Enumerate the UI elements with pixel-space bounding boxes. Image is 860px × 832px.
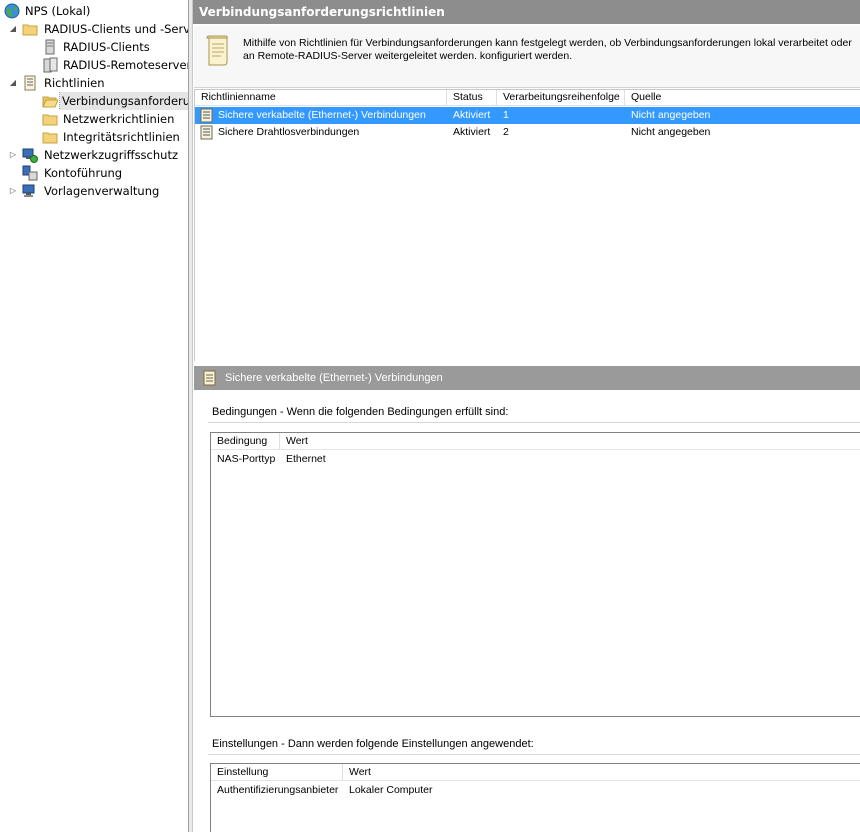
column-header-status[interactable]: Status — [447, 90, 497, 106]
tree-item-label: Netzwerkzugriffsschutz — [44, 148, 178, 162]
setting-value: Lokaler Computer — [349, 784, 433, 796]
tree-item-label: RADIUS-Remoteservergruppen — [63, 58, 188, 72]
column-header-value[interactable]: Wert — [343, 764, 860, 781]
column-header-condition[interactable]: Bedingung — [211, 433, 280, 450]
server-group-icon — [43, 57, 58, 73]
setting-name: Authentifizierungsanbieter — [217, 784, 339, 796]
policy-source: Nicht angegeben — [631, 109, 711, 121]
conditions-header: Bedingung Wert — [211, 433, 860, 450]
tree-item-nps[interactable]: NPS (Lokal) — [0, 2, 188, 20]
globe-icon — [4, 3, 20, 19]
tree-item-label: Kontoführung — [44, 166, 123, 180]
tree-item-richtlinien[interactable]: ◢ Richtlinien — [0, 74, 188, 92]
conditions-table[interactable]: Bedingung Wert NAS-Porttyp Ethernet — [210, 432, 860, 717]
console-tree: NPS (Lokal) ◢ RADIUS-Clients und -Server… — [0, 0, 188, 832]
tree-item-label: Richtlinien — [44, 76, 105, 90]
tree-item-label: RADIUS-Clients und -Server — [44, 22, 188, 36]
folder-icon — [22, 24, 38, 36]
table-row[interactable]: Sichere Drahtlosverbindungen Aktiviert 2… — [195, 124, 860, 141]
policy-icon — [24, 75, 36, 91]
settings-header: Einstellung Wert — [211, 764, 860, 781]
tree-item-accounting[interactable]: Kontoführung — [0, 164, 188, 182]
detail-title: Sichere verkabelte (Ethernet-) Verbindun… — [225, 372, 443, 384]
condition-value: Ethernet — [286, 453, 326, 465]
policy-icon — [203, 370, 216, 386]
server-icon — [45, 39, 55, 55]
pane-title: Verbindungsanforderungsrichtlinien — [193, 0, 860, 24]
tree-item-label: Vorlagenverwaltung — [44, 184, 160, 198]
table-row[interactable]: Sichere verkabelte (Ethernet-) Verbindun… — [195, 107, 860, 124]
folder-icon — [42, 132, 58, 144]
detail-title-bar: Sichere verkabelte (Ethernet-) Verbindun… — [194, 366, 860, 390]
tree-item-nap[interactable]: ▷ Netzwerkzugriffsschutz — [0, 146, 188, 164]
policy-source: Nicht angegeben — [631, 126, 711, 138]
table-row[interactable]: Authentifizierungsanbieter Lokaler Compu… — [211, 782, 860, 799]
tree-item-templates[interactable]: ▷ Vorlagenverwaltung — [0, 182, 188, 200]
list-header: Richtlinienname Status Verarbeitungsreih… — [195, 90, 860, 106]
divider — [208, 754, 860, 755]
policy-status: Aktiviert — [453, 126, 491, 138]
tree-item-network-policies[interactable]: Netzwerkrichtlinien — [0, 110, 188, 128]
folder-open-icon — [42, 96, 58, 108]
templates-icon — [22, 184, 35, 197]
accounting-icon — [22, 165, 38, 181]
column-header-order[interactable]: Verarbeitungsreihenfolge — [497, 90, 625, 106]
policy-list[interactable]: Richtlinienname Status Verarbeitungsreih… — [194, 89, 860, 361]
divider — [208, 422, 860, 423]
policy-name: Sichere verkabelte (Ethernet-) Verbindun… — [218, 109, 426, 121]
column-header-value[interactable]: Wert — [280, 433, 860, 450]
tree-item-label: Integritätsrichtlinien — [63, 130, 180, 144]
expander-icon[interactable]: ▷ — [8, 146, 18, 164]
tree-item-radius-clients-server[interactable]: ◢ RADIUS-Clients und -Server — [0, 20, 188, 38]
column-header-source[interactable]: Quelle — [625, 90, 860, 106]
policy-name: Sichere Drahtlosverbindungen — [218, 126, 360, 138]
scroll-icon — [206, 35, 228, 66]
policy-order: 2 — [503, 126, 509, 138]
tree-item-connection-request-policies[interactable]: Verbindungsanforderungsrichtlinien — [0, 92, 188, 110]
tree-item-radius-clients[interactable]: RADIUS-Clients — [0, 38, 188, 56]
help-box: Mithilfe von Richtlinien für Verbindungs… — [194, 26, 860, 88]
table-row[interactable]: NAS-Porttyp Ethernet — [211, 451, 860, 468]
column-header-name[interactable]: Richtlinienname — [195, 90, 447, 106]
expander-icon[interactable]: ◢ — [8, 74, 18, 92]
conditions-heading: Bedingungen - Wenn die folgenden Bedingu… — [212, 406, 509, 418]
settings-table[interactable]: Einstellung Wert Authentifizierungsanbie… — [210, 763, 860, 832]
policy-status: Aktiviert — [453, 109, 491, 121]
result-pane: Verbindungsanforderungsrichtlinien Mithi… — [193, 0, 860, 832]
tree-item-health-policies[interactable]: Integritätsrichtlinien — [0, 128, 188, 146]
help-text: Mithilfe von Richtlinien für Verbindungs… — [243, 37, 852, 62]
tree-item-label: NPS (Lokal) — [25, 4, 91, 18]
column-header-setting[interactable]: Einstellung — [211, 764, 343, 781]
tree-item-radius-remote-groups[interactable]: RADIUS-Remoteservergruppen — [0, 56, 188, 74]
nap-icon — [22, 148, 38, 163]
expander-icon[interactable]: ◢ — [8, 20, 18, 38]
settings-heading: Einstellungen - Dann werden folgende Ein… — [212, 738, 534, 750]
tree-item-label: Netzwerkrichtlinien — [63, 112, 175, 126]
policy-order: 1 — [503, 109, 509, 121]
tree-item-label: Verbindungsanforderungsrichtlinien — [59, 92, 188, 110]
tree-item-label: RADIUS-Clients — [63, 40, 150, 54]
folder-icon — [42, 114, 58, 126]
condition-name: NAS-Porttyp — [217, 453, 276, 465]
expander-icon[interactable]: ▷ — [8, 182, 18, 200]
